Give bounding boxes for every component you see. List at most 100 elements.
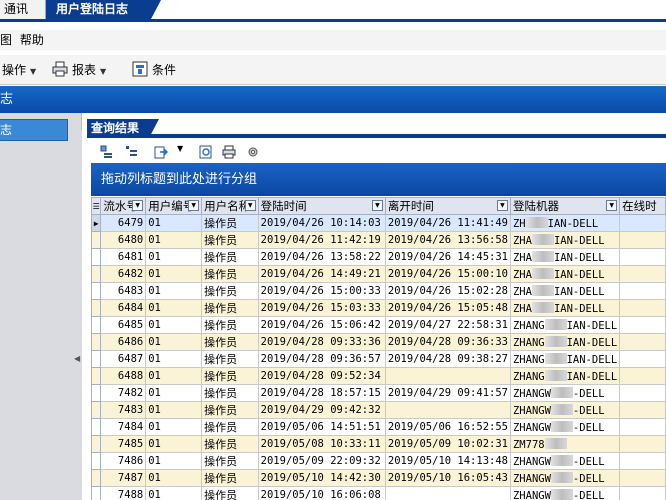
menu-item-help[interactable]: 帮助 [20,30,44,50]
cell-login-machine[interactable]: ZM778 [509,435,621,453]
collapse-rows-icon[interactable] [125,145,139,159]
cell-online-time[interactable] [619,299,666,317]
column-filter-icon[interactable]: ▼ [496,200,508,211]
table-row[interactable]: 7485 01 操作员 2019/05/08 10:33:11 2019/05/09 1… [91,435,666,453]
cell-online-time[interactable] [619,486,666,500]
cell-serial[interactable]: 6486 [100,333,147,351]
cell-login-machine[interactable]: ZHANG IAN-DELL [509,333,621,351]
cell-serial[interactable]: 6485 [100,316,147,334]
cell-user-no[interactable]: 01 [145,350,203,368]
column-header-user-name[interactable]: 用户名称 ▼ [201,197,259,215]
cell-serial[interactable]: 7482 [100,384,147,402]
settings-icon[interactable] [246,145,260,159]
cell-login-time[interactable]: 2019/05/10 14:42:30 [257,469,386,487]
cell-login-machine[interactable]: ZHA IAN-DELL [509,265,621,283]
cell-online-time[interactable] [619,248,666,266]
expand-rows-icon[interactable] [100,145,114,159]
cell-user-name[interactable]: 操作员 [201,231,259,249]
cell-logout-time[interactable]: 2019/05/10 16:05:43 [384,469,511,487]
cell-user-no[interactable]: 01 [145,486,203,500]
cell-online-time[interactable] [619,435,666,453]
table-row[interactable]: 6484 01 操作员 2019/04/26 15:03:33 2019/04/26 1… [91,299,666,317]
cell-serial[interactable]: 6479 [100,214,147,232]
column-filter-icon[interactable]: ▼ [188,200,200,211]
cell-login-machine[interactable]: ZHANG IAN-DELL [509,316,621,334]
cell-login-time[interactable]: 2019/04/28 18:57:15 [257,384,386,402]
cell-login-time[interactable]: 2019/04/29 09:42:32 [257,401,386,419]
column-header-serial[interactable]: 流水号 ▼ [100,197,147,215]
group-by-drop-area[interactable]: 拖动列标题到此处进行分组 [91,163,666,196]
cell-user-no[interactable]: 01 [145,418,203,436]
cell-login-machine[interactable]: ZH IAN-DELL [509,214,621,232]
cell-user-name[interactable]: 操作员 [201,248,259,266]
operate-button[interactable]: 操作 ▼ [2,61,36,79]
cell-logout-time[interactable]: 2019/04/26 11:41:49 [384,214,511,232]
cell-user-no[interactable]: 01 [145,214,203,232]
table-row[interactable]: 6480 01 操作员 2019/04/26 11:42:19 2019/04/26 1… [91,231,666,249]
pane-splitter[interactable]: ◀ [72,130,82,500]
cell-login-machine[interactable]: ZHANGW -DELL [509,469,621,487]
cell-user-no[interactable]: 01 [145,316,203,334]
print-icon[interactable] [222,145,236,159]
table-row[interactable]: 7484 01 操作员 2019/05/06 14:51:51 2019/05/06 1… [91,418,666,436]
cell-user-no[interactable]: 01 [145,248,203,266]
cell-serial[interactable]: 6480 [100,231,147,249]
cell-login-time[interactable]: 2019/04/26 14:49:21 [257,265,386,283]
cell-user-name[interactable]: 操作员 [201,384,259,402]
column-filter-icon[interactable]: ▼ [132,200,144,211]
cell-online-time[interactable] [619,384,666,402]
nav-item-log[interactable]: 志 [0,119,68,141]
cell-online-time[interactable] [619,231,666,249]
cell-user-name[interactable]: 操作员 [201,469,259,487]
cell-online-time[interactable] [619,367,666,385]
row-indicator[interactable] [91,316,102,334]
cell-user-name[interactable]: 操作员 [201,299,259,317]
cell-user-no[interactable]: 01 [145,401,203,419]
cell-serial[interactable]: 7486 [100,452,147,470]
tab-query-results[interactable]: 查询结果 [87,119,159,138]
export-icon[interactable] [154,145,168,159]
cell-serial[interactable]: 7488 [100,486,147,500]
cell-user-name[interactable]: 操作员 [201,486,259,500]
cell-user-name[interactable]: 操作员 [201,452,259,470]
report-button[interactable]: 报表 ▼ [52,61,106,79]
cell-online-time[interactable] [619,333,666,351]
row-indicator[interactable] [91,401,102,419]
cell-logout-time[interactable]: 2019/04/26 14:45:31 [384,248,511,266]
cell-user-name[interactable]: 操作员 [201,316,259,334]
cell-logout-time[interactable]: 2019/05/06 16:52:55 [384,418,511,436]
cell-online-time[interactable] [619,265,666,283]
cell-user-no[interactable]: 01 [145,299,203,317]
menu-item-view[interactable]: 图 [0,30,12,50]
cell-login-machine[interactable]: ZHANGW -DELL [509,486,621,500]
row-indicator[interactable] [91,282,102,300]
cell-online-time[interactable] [619,316,666,334]
cell-logout-time[interactable]: 2019/04/26 13:56:58 [384,231,511,249]
current-row-indicator-icon[interactable]: ▶ [91,214,102,232]
row-indicator[interactable] [91,265,102,283]
cell-login-machine[interactable]: ZHANGW -DELL [509,418,621,436]
row-indicator[interactable] [91,248,102,266]
cell-user-no[interactable]: 01 [145,384,203,402]
cell-serial[interactable]: 7485 [100,435,147,453]
cell-user-no[interactable]: 01 [145,333,203,351]
cell-serial[interactable]: 7487 [100,469,147,487]
cell-logout-time[interactable]: 2019/04/26 15:02:28 [384,282,511,300]
column-filter-icon[interactable]: ▼ [371,200,383,211]
cell-logout-time[interactable]: 2019/05/10 14:13:48 [384,452,511,470]
cell-login-time[interactable]: 2019/04/28 09:33:36 [257,333,386,351]
row-indicator[interactable] [91,367,102,385]
condition-button[interactable]: 条件 [132,61,176,79]
cell-online-time[interactable] [619,401,666,419]
table-row[interactable]: 7483 01 操作员 2019/04/29 09:42:32 ZHANGW -DELL [91,401,666,419]
row-indicator[interactable] [91,299,102,317]
table-row[interactable]: 6488 01 操作员 2019/04/28 09:52:34 ZHANG IAN-DEL… [91,367,666,385]
table-row[interactable]: 7486 01 操作员 2019/05/09 22:09:32 2019/05/10 1… [91,452,666,470]
cell-online-time[interactable] [619,214,666,232]
table-row[interactable]: 6487 01 操作员 2019/04/28 09:36:57 2019/04/28 0… [91,350,666,368]
cell-user-no[interactable]: 01 [145,367,203,385]
cell-login-machine[interactable]: ZHANG IAN-DELL [509,367,621,385]
table-row[interactable]: 7487 01 操作员 2019/05/10 14:42:30 2019/05/10 1… [91,469,666,487]
cell-user-no[interactable]: 01 [145,452,203,470]
cell-user-name[interactable]: 操作员 [201,282,259,300]
